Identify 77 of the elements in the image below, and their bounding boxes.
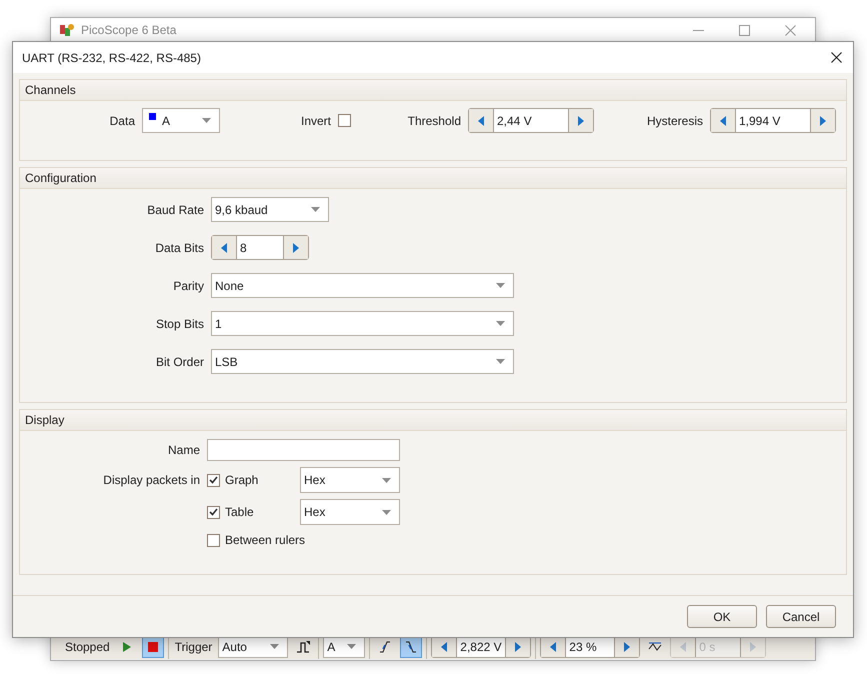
left-arrow-icon: [550, 642, 556, 652]
maximize-icon: [738, 24, 750, 36]
right-arrow-icon: [515, 642, 522, 652]
field-label: Bit Order: [156, 354, 204, 370]
left-arrow-icon: [720, 116, 726, 126]
caret-icon: [202, 118, 211, 123]
caret-icon: [347, 644, 356, 649]
increment-button[interactable]: [614, 636, 640, 656]
checkbox[interactable]: [207, 474, 220, 486]
dialog-title: UART (RS-232, RS-422, RS-485): [22, 50, 201, 66]
field-label: Name: [168, 442, 200, 459]
input-field[interactable]: [207, 439, 400, 461]
checkbox[interactable]: [207, 534, 220, 546]
dropdown[interactable]: LSB: [211, 349, 514, 374]
dropdown[interactable]: 1: [211, 311, 514, 336]
caret-icon: [382, 478, 391, 482]
field-label: Stop Bits: [156, 316, 204, 332]
decrement-button[interactable]: [671, 636, 696, 656]
left-arrow-icon: [478, 116, 484, 126]
increment-button[interactable]: [810, 109, 835, 132]
field-label: Data Bits: [155, 240, 204, 256]
right-arrow-icon: [293, 242, 299, 252]
dropdown[interactable]: Hex: [300, 467, 400, 493]
caret-icon: [382, 510, 391, 514]
dialog-button[interactable]: OK: [687, 605, 757, 628]
checkbox-label: Between rulers: [225, 532, 306, 549]
increment-button[interactable]: [505, 636, 530, 656]
increment-button[interactable]: [283, 236, 308, 259]
checkbox-label: Graph: [225, 472, 258, 489]
field-label: Hysteresis: [646, 112, 703, 130]
app-icon: [59, 22, 75, 38]
left-arrow-icon: [441, 642, 448, 652]
toolbar-label: Trigger: [174, 638, 214, 656]
rising-edge-icon: [378, 640, 392, 654]
increment-button[interactable]: [568, 109, 593, 132]
left-arrow-icon: [221, 242, 227, 252]
dropdown[interactable]: None: [211, 273, 514, 298]
right-arrow-icon: [820, 116, 826, 126]
checkbox-label: Table: [225, 504, 254, 521]
dropdown[interactable]: 9,6 kbaud: [211, 197, 329, 222]
stop-icon: [146, 640, 160, 654]
checkbox[interactable]: [207, 506, 220, 518]
caret-icon: [270, 644, 280, 649]
checkbox[interactable]: [338, 114, 351, 127]
caret-icon: [496, 359, 505, 364]
decrement-button[interactable]: [711, 109, 736, 132]
waveform-icon: [648, 640, 662, 654]
dialog-button[interactable]: Cancel: [766, 605, 836, 628]
square-wave-icon: [296, 640, 310, 654]
falling-edge-icon: [404, 640, 418, 654]
toolbar-label: Stopped: [64, 638, 111, 656]
caret-icon: [496, 321, 505, 326]
field-label: Display packets in: [103, 472, 200, 489]
dropdown[interactable]: A: [142, 108, 220, 133]
field-label: Data: [110, 112, 135, 130]
close-icon: [830, 52, 842, 63]
field-label: Invert: [300, 112, 331, 130]
decrement-button[interactable]: [541, 636, 566, 656]
dropdown[interactable]: Hex: [300, 499, 400, 525]
decrement-button[interactable]: [432, 636, 458, 656]
close-icon: [784, 24, 796, 36]
decrement-button[interactable]: [469, 109, 494, 132]
left-arrow-icon: [680, 642, 686, 652]
window-title: PicoScope 6 Beta: [81, 22, 176, 39]
right-arrow-icon: [750, 642, 756, 652]
increment-button[interactable]: [740, 636, 766, 656]
field-label: Baud Rate: [147, 202, 204, 218]
caret-icon: [311, 207, 320, 212]
caret-icon: [496, 283, 505, 288]
field-label: Parity: [173, 278, 204, 294]
field-label: Threshold: [408, 112, 461, 130]
decrement-button[interactable]: [212, 236, 237, 259]
right-arrow-icon: [624, 642, 630, 652]
section-title: Channels: [25, 82, 76, 99]
right-arrow-icon: [578, 116, 584, 126]
section-title: Display: [25, 412, 64, 429]
section-title: Configuration: [25, 170, 96, 187]
